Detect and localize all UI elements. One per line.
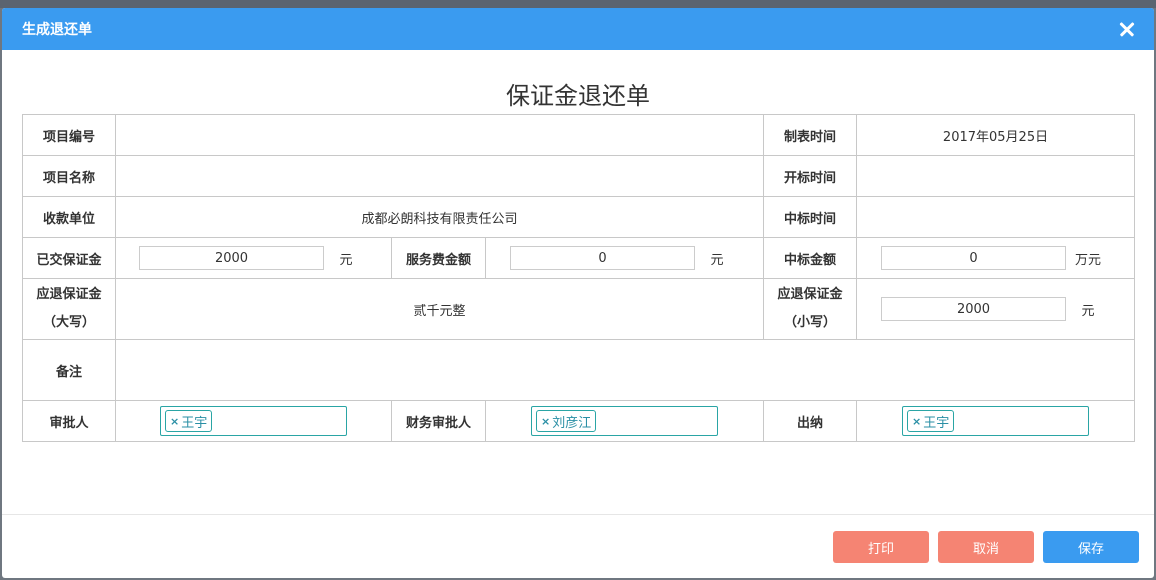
remark-label: 备注: [22, 339, 116, 401]
refund-upper-value: 贰千元整: [114, 278, 765, 340]
refund-form-table: 项目编号 制表时间 2017年05月25日 项目名称 开标时间 收款单位 成都必…: [22, 114, 1136, 442]
project-no-value: [114, 114, 765, 156]
project-name-value: [114, 155, 765, 197]
table-time-label: 制表时间: [763, 114, 858, 156]
cashier-tag-label: 王宇: [923, 415, 950, 431]
payee-label: 收款单位: [22, 196, 116, 238]
service-fee-cell: 元: [484, 237, 765, 279]
award-amount-label: 中标金额: [763, 237, 858, 279]
tag-remove-icon[interactable]: ×: [170, 415, 179, 428]
finance-approver-select[interactable]: × 刘彦江: [531, 406, 718, 436]
dialog-footer: 打印 取消 保存: [2, 514, 1154, 578]
table-time-value: 2017年05月25日: [856, 114, 1136, 156]
row-amounts: 已交保证金 元 服务费金额 元 中标金额 万元: [22, 237, 1136, 279]
approver-tag: × 王宇: [165, 410, 213, 432]
backdrop: [0, 0, 1156, 8]
finance-approver-tag-label: 刘彦江: [552, 415, 592, 431]
cashier-select[interactable]: × 王宇: [902, 406, 1090, 436]
refund-lower-label-line1: 应退保证金: [777, 287, 843, 302]
open-time-value: [856, 155, 1136, 197]
paid-deposit-input[interactable]: [139, 246, 324, 270]
open-time-label: 开标时间: [763, 155, 858, 197]
award-amount-cell: 万元: [856, 237, 1136, 279]
paid-deposit-label: 已交保证金: [22, 237, 116, 279]
refund-lower-label: 应退保证金 （小写）: [763, 278, 858, 340]
paid-deposit-unit: 元: [339, 252, 353, 268]
remark-value[interactable]: [114, 339, 1136, 401]
service-fee-label: 服务费金额: [391, 237, 486, 279]
finance-approver-cell: × 刘彦江: [484, 400, 765, 442]
award-amount-unit: 万元: [1075, 252, 1102, 268]
refund-upper-label-line2: （大写）: [42, 315, 95, 330]
service-fee-input[interactable]: [510, 246, 695, 270]
row-remark: 备注: [22, 339, 1136, 401]
cashier-label: 出纳: [763, 400, 858, 442]
paid-deposit-cell: 元: [115, 237, 392, 279]
print-button[interactable]: 打印: [833, 531, 929, 563]
dialog-titlebar: 生成退还单: [2, 8, 1154, 50]
row-refund: 应退保证金 （大写） 贰千元整 应退保证金 （小写） 元: [22, 278, 1136, 340]
finance-approver-label: 财务审批人: [391, 400, 486, 442]
refund-upper-label-line1: 应退保证金: [36, 287, 102, 302]
award-time-value: [856, 196, 1136, 238]
approver-tag-label: 王宇: [181, 415, 208, 431]
refund-lower-input[interactable]: [881, 297, 1067, 321]
dialog-title: 生成退还单: [22, 22, 92, 38]
refund-lower-unit: 元: [1081, 303, 1095, 319]
approver-label: 审批人: [22, 400, 116, 442]
row-project-name: 项目名称 开标时间: [22, 155, 1136, 197]
tag-remove-icon[interactable]: ×: [541, 415, 550, 428]
row-payee: 收款单位 成都必朗科技有限责任公司 中标时间: [22, 196, 1136, 238]
award-amount-input[interactable]: [881, 246, 1067, 270]
project-name-label: 项目名称: [22, 155, 116, 197]
service-fee-unit: 元: [710, 252, 724, 268]
cashier-tag: × 王宇: [907, 410, 955, 432]
approver-cell: × 王宇: [115, 400, 392, 442]
refund-lower-cell: 元: [856, 278, 1136, 340]
finance-approver-tag: × 刘彦江: [536, 410, 597, 432]
approver-select[interactable]: × 王宇: [160, 406, 347, 436]
refund-upper-label: 应退保证金 （大写）: [22, 278, 116, 340]
cancel-button[interactable]: 取消: [938, 531, 1034, 563]
project-no-label: 项目编号: [22, 114, 116, 156]
close-icon[interactable]: [1116, 18, 1138, 40]
row-approvers: 审批人 × 王宇 财务审批人 × 刘彦江 出纳 × 王宇: [22, 400, 1136, 442]
cashier-cell: × 王宇: [856, 400, 1136, 442]
payee-value: 成都必朗科技有限责任公司: [114, 196, 765, 238]
document-title: 保证金退还单: [506, 82, 650, 110]
refund-lower-label-line2: （小写）: [784, 315, 837, 330]
tag-remove-icon[interactable]: ×: [912, 415, 921, 428]
refund-dialog: 生成退还单 保证金退还单 项目编号 制表时间 2017年05月25日 项目名称 …: [2, 8, 1154, 578]
row-project-no: 项目编号 制表时间 2017年05月25日: [22, 114, 1136, 156]
save-button[interactable]: 保存: [1043, 531, 1139, 563]
award-time-label: 中标时间: [763, 196, 858, 238]
